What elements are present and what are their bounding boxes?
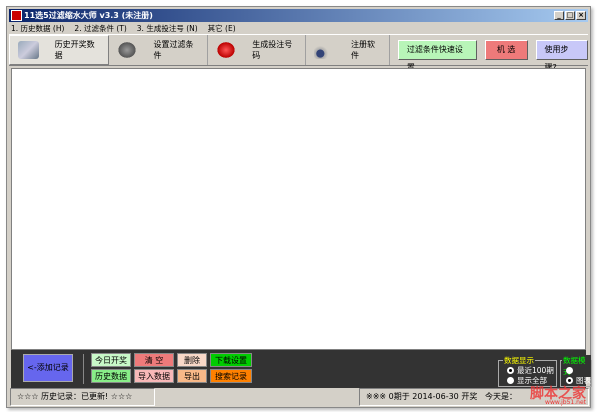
close-button[interactable]: × bbox=[576, 11, 586, 20]
toolbar: 历史开奖数据 设置过滤条件 生成投注号码 注册软件 过滤条件快速设置 机 选 使… bbox=[9, 34, 588, 72]
app-window: 11选5过滤缩水大师 v3.3 (未注册) _ □ × 1. 历史数据 (H) … bbox=[6, 6, 592, 408]
app-icon bbox=[11, 10, 22, 21]
window-title: 11选5过滤缩水大师 v3.3 (未注册) bbox=[24, 11, 153, 20]
watermark-url: www.jb51.net bbox=[545, 399, 586, 406]
history-data-button[interactable]: 历史数据 bbox=[91, 369, 131, 383]
export-button[interactable]: 导出 bbox=[177, 369, 207, 383]
tab-register[interactable]: 注册软件 bbox=[306, 35, 390, 65]
status-history: ☆☆☆ 历史记录：已更新! ☆☆☆ bbox=[10, 388, 155, 406]
radio-dot bbox=[507, 366, 514, 374]
radio-recent-100[interactable]: 最近100期 bbox=[507, 365, 556, 375]
minimize-button[interactable]: _ bbox=[554, 11, 564, 20]
clear-button[interactable]: 清 空 bbox=[134, 353, 174, 367]
help-steps-button[interactable]: 使用步骤? bbox=[535, 40, 588, 72]
tools-icon bbox=[116, 41, 138, 59]
today-draw-button[interactable]: 今日开奖 bbox=[91, 353, 131, 367]
menu-filter[interactable]: 2. 过滤条件 (T) bbox=[74, 23, 126, 34]
tab-generate-numbers[interactable]: 生成投注号码 bbox=[208, 35, 307, 65]
search-records-button[interactable]: 搜索记录 bbox=[210, 369, 252, 383]
books-icon bbox=[18, 41, 39, 59]
menu-history[interactable]: 1. 历史数据 (H) bbox=[11, 23, 64, 34]
menu-bar: 1. 历史数据 (H) 2. 过滤条件 (T) 3. 生成投注号 (N) 其它 … bbox=[11, 23, 236, 34]
random-pick-button[interactable]: 机 选 bbox=[484, 40, 528, 60]
data-area bbox=[11, 68, 586, 350]
delete-button[interactable]: 删除 bbox=[177, 353, 207, 367]
key-icon bbox=[314, 41, 335, 59]
tab-filter-settings[interactable]: 设置过滤条件 bbox=[109, 35, 208, 65]
menu-other[interactable]: 其它 (E) bbox=[208, 23, 236, 34]
title-bar: 11选5过滤缩水大师 v3.3 (未注册) _ □ × bbox=[9, 9, 588, 22]
gem-icon bbox=[215, 41, 237, 59]
bottom-panel: <-添加记录 今日开奖 清 空 删除 下载设置 历史数据 导入数据 导出 搜索记… bbox=[11, 350, 592, 388]
tab-history-data[interactable]: 历史开奖数据 bbox=[9, 35, 109, 65]
menu-generate[interactable]: 3. 生成投注号 (N) bbox=[137, 23, 198, 34]
divider bbox=[83, 354, 84, 384]
quick-filter-button[interactable]: 过滤条件快速设置 bbox=[397, 40, 477, 72]
radio-dot bbox=[566, 366, 573, 374]
radio-dot bbox=[507, 376, 514, 384]
download-settings-button[interactable]: 下载设置 bbox=[210, 353, 252, 367]
import-data-button[interactable]: 导入数据 bbox=[134, 369, 174, 383]
maximize-button[interactable]: □ bbox=[565, 11, 575, 20]
add-record-button[interactable]: <-添加记录 bbox=[23, 354, 73, 382]
